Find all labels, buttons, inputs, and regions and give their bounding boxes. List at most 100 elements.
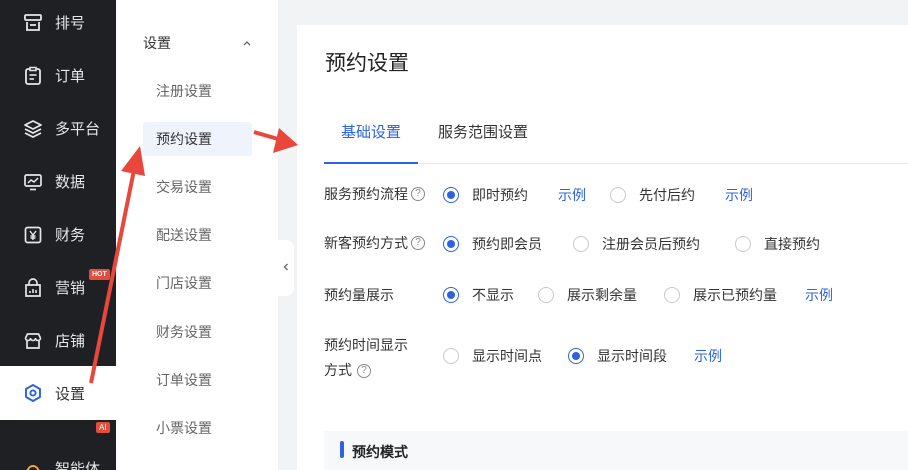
setting-label-text: 方式 xyxy=(324,362,352,378)
radio-circle xyxy=(573,236,589,252)
submenu-item-receipt[interactable]: 小票设置 xyxy=(143,411,252,445)
submenu-item-delivery[interactable]: 配送设置 xyxy=(143,218,252,252)
collapse-submenu-button[interactable] xyxy=(278,240,294,296)
radio-instant-booking[interactable]: 即时预约 xyxy=(443,185,528,205)
radio-label: 展示剩余量 xyxy=(567,287,637,303)
radio-circle xyxy=(538,287,554,303)
nav-label: 订单 xyxy=(55,68,86,85)
radio-label: 即时预约 xyxy=(472,187,528,203)
radio-label: 预约即会员 xyxy=(472,236,542,252)
radio-time-point[interactable]: 显示时间点 xyxy=(443,346,542,366)
setting-row-time-display: 预约时间显示 方式 ? xyxy=(324,333,408,383)
setting-label-text: 预约时间显示 xyxy=(324,337,408,353)
ai-badge: AI xyxy=(96,422,110,433)
nav-item-ai-agent[interactable]: AI 智能体 xyxy=(0,420,116,470)
radio-direct-booking[interactable]: 直接预约 xyxy=(735,234,820,254)
main-panel: 预约设置 基础设置 服务范围设置 服务预约流程 ? 即时预约 示例 先付后约 示… xyxy=(297,25,908,470)
setting-label-text: 服务预约流程 xyxy=(324,186,408,202)
section-header: 预约模式 xyxy=(324,431,908,470)
radio-label: 先付后约 xyxy=(639,187,695,203)
nav-item-queue[interactable]: 排号 xyxy=(0,0,116,49)
ai-icon xyxy=(25,460,41,470)
radio-label: 展示已预约量 xyxy=(693,287,777,303)
nav-label: 数据 xyxy=(55,174,86,191)
submenu-item-store[interactable]: 门店设置 xyxy=(143,266,252,300)
radio-label: 显示时间点 xyxy=(472,348,542,364)
submenu-item-booking[interactable]: 预约设置 xyxy=(143,122,252,156)
help-icon[interactable]: ? xyxy=(411,187,425,201)
nav-label: 多平台 xyxy=(55,121,101,138)
tab-service-scope[interactable]: 服务范围设置 xyxy=(421,120,545,164)
chevron-up-icon[interactable] xyxy=(241,36,253,48)
setting-label: 方式 ? xyxy=(324,358,371,383)
nav-label: 设置 xyxy=(55,385,86,403)
setting-label-text: 新客预约方式 xyxy=(324,235,408,251)
nav-label: 营销 xyxy=(55,280,86,297)
setting-row-new-customer: 新客预约方式 ? xyxy=(324,233,425,253)
radio-circle xyxy=(610,187,626,203)
submenu-header[interactable]: 设置 xyxy=(143,33,171,53)
radio-label: 不显示 xyxy=(472,287,514,303)
setting-label: 预约量展示 xyxy=(324,287,394,303)
tab-bar: 基础设置 服务范围设置 xyxy=(324,120,908,164)
main-nav: 排号 订单 多平台 数据 财务 营销 HOT 店铺 设置 AI 智能体 xyxy=(0,0,116,470)
setting-label: 新客预约方式 ? xyxy=(324,233,425,253)
radio-register-then-book[interactable]: 注册会员后预约 xyxy=(573,234,700,254)
radio-show-remaining[interactable]: 展示剩余量 xyxy=(538,285,637,305)
radio-show-booked[interactable]: 展示已预约量 xyxy=(664,285,777,305)
setting-row-booking-flow: 服务预约流程 ? xyxy=(324,184,425,204)
example-link[interactable]: 示例 xyxy=(805,285,833,305)
submenu-item-finance[interactable]: 财务设置 xyxy=(143,315,252,349)
submenu-item-trade[interactable]: 交易设置 xyxy=(143,170,252,204)
shop-bag-icon xyxy=(23,277,43,298)
setting-label: 服务预约流程 ? xyxy=(324,184,425,204)
nav-item-settings[interactable]: 设置 xyxy=(0,366,116,420)
radio-circle xyxy=(443,187,459,203)
radio-booking-as-member[interactable]: 预约即会员 xyxy=(443,234,542,254)
example-link[interactable]: 示例 xyxy=(558,185,586,205)
nav-item-multiplatform[interactable]: 多平台 xyxy=(0,102,116,155)
clipboard-icon xyxy=(23,66,43,86)
radio-hide[interactable]: 不显示 xyxy=(443,285,514,305)
yen-icon xyxy=(23,225,43,245)
nav-item-data[interactable]: 数据 xyxy=(0,155,116,208)
settings-hex-icon xyxy=(23,383,43,403)
page-title: 预约设置 xyxy=(325,52,409,75)
radio-pay-first[interactable]: 先付后约 xyxy=(610,185,695,205)
nav-label: 财务 xyxy=(55,227,86,244)
radio-time-range[interactable]: 显示时间段 xyxy=(568,346,667,366)
radio-circle xyxy=(735,236,751,252)
radio-circle xyxy=(443,236,459,252)
layers-icon xyxy=(23,119,43,139)
nav-item-store[interactable]: 店铺 xyxy=(0,314,116,367)
submenu-item-register[interactable]: 注册设置 xyxy=(143,74,252,108)
setting-row-booking-count: 预约量展示 xyxy=(324,285,394,305)
settings-submenu: 设置 注册设置 预约设置 交易设置 配送设置 门店设置 财务设置 订单设置 小票… xyxy=(116,0,278,470)
submenu-item-orders[interactable]: 订单设置 xyxy=(143,363,252,397)
queue-icon xyxy=(23,13,43,33)
store-icon xyxy=(23,331,43,351)
radio-label: 注册会员后预约 xyxy=(602,236,700,252)
radio-circle xyxy=(664,287,680,303)
chevron-left-icon xyxy=(282,259,290,277)
chart-monitor-icon xyxy=(23,172,43,192)
nav-label: 智能体 xyxy=(55,461,101,470)
example-link[interactable]: 示例 xyxy=(725,185,753,205)
radio-circle xyxy=(443,348,459,364)
nav-item-orders[interactable]: 订单 xyxy=(0,49,116,102)
hot-badge: HOT xyxy=(89,269,110,280)
nav-item-marketing[interactable]: 营销 HOT xyxy=(0,261,116,314)
help-icon[interactable]: ? xyxy=(411,236,425,250)
nav-item-finance[interactable]: 财务 xyxy=(0,208,116,261)
radio-circle xyxy=(568,348,584,364)
section-title: 预约模式 xyxy=(352,444,408,460)
section-marker xyxy=(340,441,344,458)
tab-basic-settings[interactable]: 基础设置 xyxy=(324,120,419,164)
help-icon[interactable]: ? xyxy=(357,363,371,378)
nav-label: 店铺 xyxy=(55,333,86,350)
radio-circle xyxy=(443,287,459,303)
example-link[interactable]: 示例 xyxy=(694,346,722,366)
radio-label: 直接预约 xyxy=(764,236,820,252)
nav-label: 排号 xyxy=(55,15,86,32)
radio-label: 显示时间段 xyxy=(597,348,667,364)
